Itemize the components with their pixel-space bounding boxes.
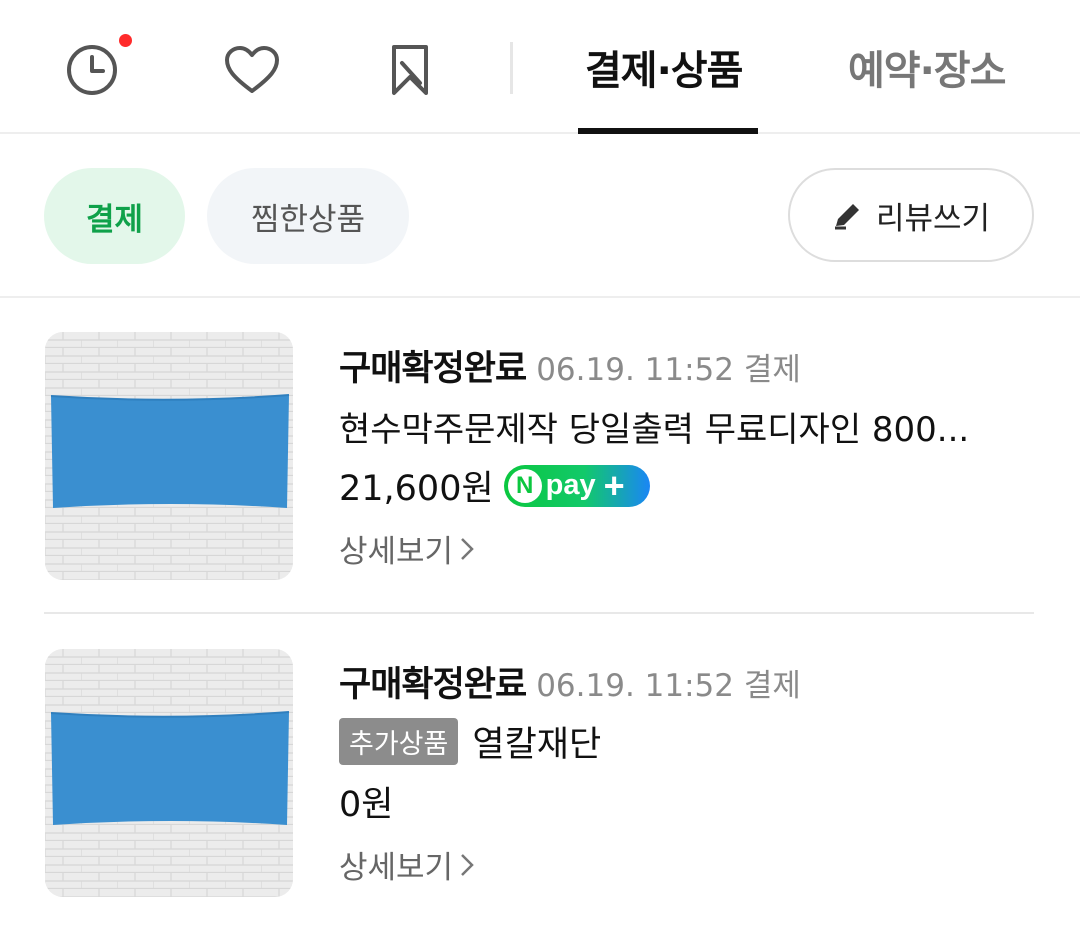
view-details-link[interactable]: 상세보기 <box>339 842 475 887</box>
filter-bar: 결제 찜한상품 리뷰쓰기 <box>0 134 1080 298</box>
banner-product-image <box>45 332 293 580</box>
order-status: 구매확정완료 <box>339 665 527 705</box>
bookmark-button[interactable] <box>380 40 440 100</box>
tab-reservation-places[interactable]: 예약·장소 <box>848 38 1006 96</box>
nav-divider <box>510 42 513 94</box>
npay-n-logo: N <box>507 468 542 503</box>
order-status-line: 구매확정완료 06.19. 11:52 결제 <box>339 656 801 707</box>
chevron-right-icon <box>461 853 474 876</box>
top-nav: 결제·상품 예약·장소 <box>0 0 1080 134</box>
write-review-button[interactable]: 리뷰쓰기 <box>788 168 1034 262</box>
heart-icon <box>225 46 279 93</box>
product-name[interactable]: 현수막주문제작 당일출력 무료디자인 800... <box>339 402 1035 451</box>
view-details-link[interactable]: 상세보기 <box>339 526 475 571</box>
view-details-label: 상세보기 <box>339 850 454 886</box>
npay-plus-icon: + <box>603 464 625 506</box>
pencil-icon <box>834 204 859 230</box>
recent-history-button[interactable] <box>62 40 122 100</box>
order-status: 구매확정완료 <box>339 349 527 389</box>
order-date: 06.19. 11:52 결제 <box>536 668 801 704</box>
product-name[interactable]: 열칼재단 <box>472 716 601 767</box>
order-divider <box>44 612 1034 614</box>
npay-pay-text: pay <box>545 469 596 501</box>
order-item: 구매확정완료 06.19. 11:52 결제 추가상품 열칼재단 0원 상세보기 <box>0 616 1080 916</box>
favorites-button[interactable] <box>222 40 282 100</box>
write-review-label: 리뷰쓰기 <box>875 200 991 237</box>
clock-icon <box>67 45 117 95</box>
npay-plus-badge: N pay + <box>503 464 650 507</box>
order-item: 구매확정완료 06.19. 11:52 결제 현수막주문제작 당일출력 무료디자인… <box>0 300 1080 600</box>
order-status-line: 구매확정완료 06.19. 11:52 결제 <box>339 340 801 391</box>
filter-chip-payment[interactable]: 결제 <box>44 168 185 264</box>
bookmark-icon <box>392 45 428 95</box>
view-details-label: 상세보기 <box>339 534 454 570</box>
filter-chip-wishlist[interactable]: 찜한상품 <box>207 168 409 264</box>
addon-badge: 추가상품 <box>339 718 459 765</box>
addon-product-line: 추가상품 열칼재단 <box>339 716 601 767</box>
product-thumbnail[interactable] <box>45 332 293 580</box>
price-line: 21,600원 N pay + <box>339 460 650 511</box>
product-thumbnail[interactable] <box>45 649 293 897</box>
chevron-right-icon <box>461 537 474 560</box>
order-date: 06.19. 11:52 결제 <box>536 352 801 388</box>
price-line: 0원 <box>339 776 393 827</box>
product-price: 0원 <box>339 785 394 825</box>
banner-product-image <box>45 649 293 897</box>
tab-payment-products[interactable]: 결제·상품 <box>585 38 743 96</box>
notification-dot <box>119 34 132 47</box>
product-price: 21,600원 <box>339 469 494 509</box>
